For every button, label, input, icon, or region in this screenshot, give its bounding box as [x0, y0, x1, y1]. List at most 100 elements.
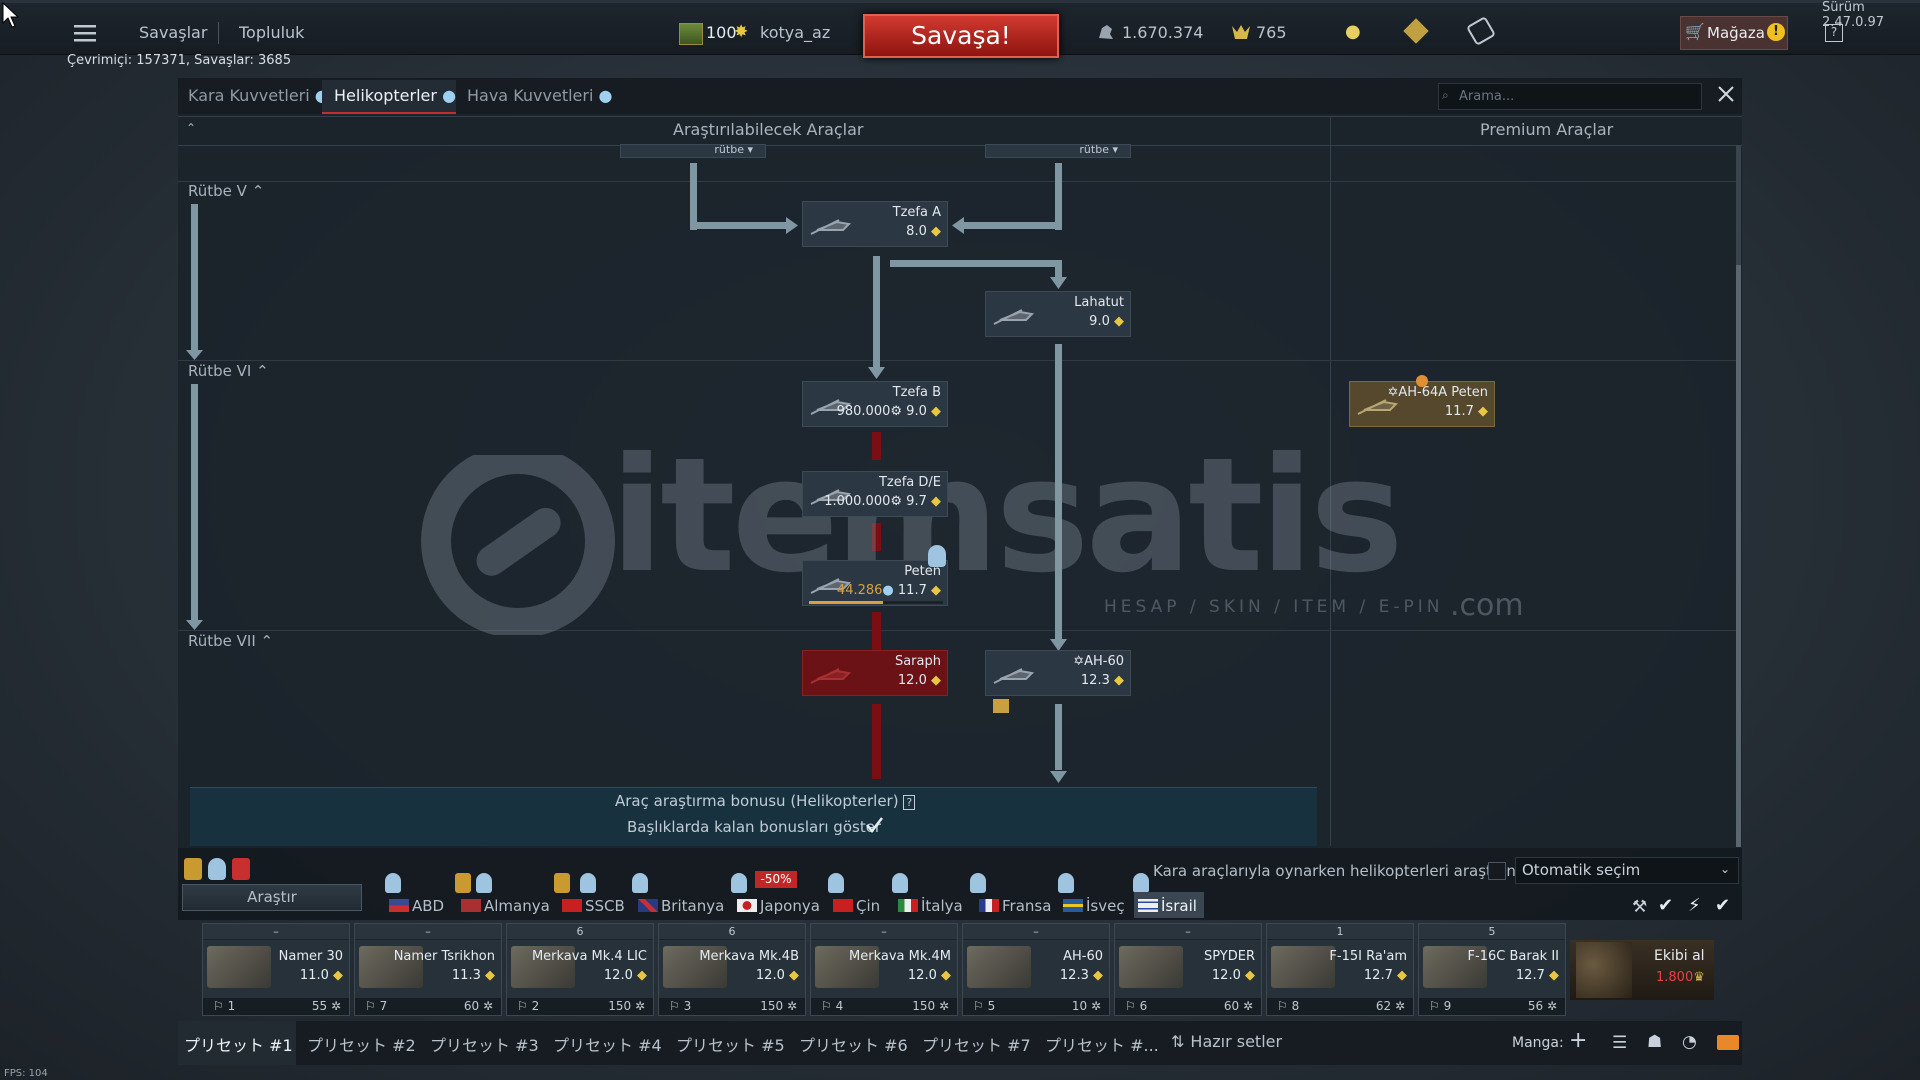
crew-slot[interactable]: – Namer 30 11.0 ◆ ⚐ 1 55 ✲ [202, 923, 350, 1016]
close-icon[interactable] [1716, 84, 1736, 108]
crew-slot-header: – [203, 924, 349, 939]
vehicle-name: Tzefa A [892, 205, 941, 220]
bulb-icon[interactable]: ● [1345, 21, 1361, 42]
crew-slot-header: – [355, 924, 501, 939]
crew-slot[interactable]: 1 F-15I Ra'am 12.7 ◆ ⚐ 8 62 ✲ [1266, 923, 1414, 1016]
crew-slot-footer: ⚐ 5 10 ✲ [963, 998, 1109, 1015]
research-slot-icon [632, 873, 648, 893]
search-input[interactable]: Arama... [1438, 83, 1702, 110]
battle-button[interactable]: Savaşa! [863, 14, 1059, 58]
battle-rating: 12.0 ◆ [897, 673, 941, 688]
nation-britain[interactable]: Britanya [638, 897, 724, 915]
menu-community[interactable]: Topluluk [239, 23, 304, 42]
vehicle-card-tzefa-a[interactable]: Tzefa A 8.0 ◆ [802, 201, 948, 247]
vehicle-card-lahatut[interactable]: Lahatut 9.0 ◆ [985, 291, 1131, 337]
list-icon[interactable]: ☰ [1612, 1033, 1627, 1053]
locked-connector [872, 704, 881, 779]
vehicle-name: Tzefa D/E [878, 475, 941, 490]
menu-battles[interactable]: Savaşlar [139, 23, 207, 42]
nation-ussr[interactable]: SSCB [562, 897, 625, 915]
contacts-icon[interactable]: ☗ [1647, 1032, 1662, 1052]
vehicle-card-saraph[interactable]: Saraph 12.0 ◆ [802, 650, 948, 696]
research-slot-icon [970, 873, 986, 893]
cut-vehicle-card[interactable]: rütbe ▾ [620, 144, 766, 158]
preset-tab[interactable]: プリセット #5 [676, 1032, 785, 1056]
battle-rating: 9.0 ◆ [1089, 314, 1124, 329]
crew-slot[interactable]: – SPYDER 12.0 ◆ ⚐ 6 60 ✲ [1114, 923, 1262, 1016]
top-edge [0, 0, 1920, 3]
rank-label-vii[interactable]: Rütbe VII ⌃ [188, 632, 273, 650]
tab-ground-forces[interactable]: Kara Kuvvetleri ● [188, 86, 329, 105]
nation-italy[interactable]: İtalya [898, 897, 963, 915]
mail-icon[interactable] [1717, 1035, 1739, 1050]
vehicle-card-peten[interactable]: Peten 44.286● 11.7 ◆ [802, 560, 948, 606]
crew-vehicle-name: F-16C Barak II [1467, 949, 1559, 964]
crew-slot[interactable]: 5 F-16C Barak II 12.7 ◆ ⚐ 9 56 ✲ [1418, 923, 1566, 1016]
checkmark-icon[interactable]: ✔ [1658, 895, 1673, 916]
wrench-icon[interactable]: ⚒ [1632, 897, 1647, 917]
nation-sweden[interactable]: İsveç [1063, 897, 1125, 915]
fps-counter: FPS: 104 [4, 1068, 48, 1079]
buy-crew-slot[interactable]: Ekibi al 1.800♛ [1570, 940, 1714, 1000]
nation-usa[interactable]: ABD [389, 897, 444, 915]
checkmark-all-icon[interactable]: ✔ [1715, 895, 1730, 916]
nation-china[interactable]: Çin [833, 897, 880, 915]
vehicle-card-ah-60[interactable]: ✡AH-60 12.3 ◆ [985, 650, 1131, 696]
vehicle-name: ✡AH-60 [1073, 654, 1124, 669]
crew-slot[interactable]: 6 Merkava Mk.4B 12.0 ◆ ⚐ 3 150 ✲ [658, 923, 806, 1016]
preset-tab[interactable]: プリセット #6 [799, 1032, 908, 1056]
crew-battle-rating: 12.0 ◆ [603, 968, 647, 983]
scrollbar-thumb[interactable] [1736, 265, 1741, 847]
rank-label-vi[interactable]: Rütbe VI ⌃ [188, 362, 269, 380]
vehicle-card-ah-64a-peten[interactable]: ✡AH-64A Peten 11.7 ◆ [1349, 381, 1495, 427]
nation-france[interactable]: Fransa [979, 897, 1051, 915]
preset-tab[interactable]: プリセット #... [1045, 1032, 1159, 1056]
arrow-down-icon [1050, 768, 1067, 787]
golden-eagles-balance: 765 [1256, 23, 1287, 42]
arrow-down-icon [186, 345, 203, 364]
heli-research-checkbox[interactable] [1488, 862, 1506, 880]
golden-eagles-icon [1230, 22, 1250, 42]
crew-vehicle-name: Namer 30 [278, 949, 343, 964]
crew-battle-rating: 12.0 ◆ [755, 968, 799, 983]
vehicle-card-tzefa-de[interactable]: Tzefa D/E 1.000.000⚙ 9.7 ◆ [802, 471, 948, 517]
crew-slot[interactable]: 6 Merkava Mk.4 LIC 12.0 ◆ ⚐ 2 150 ✲ [506, 923, 654, 1016]
crew-slot[interactable]: – Merkava Mk.4M 12.0 ◆ ⚐ 4 150 ✲ [810, 923, 958, 1016]
helicopter-icon [993, 309, 1035, 325]
hamburger-menu-icon[interactable] [74, 24, 96, 46]
tab-helicopters[interactable]: Helikopterler ● [334, 86, 456, 105]
rank-badge-icon [455, 873, 471, 893]
auto-select-dropdown[interactable]: Otomatik seçim [1515, 857, 1739, 884]
collapse-all-icon[interactable]: ⌃ [186, 121, 196, 135]
repair-all-icon[interactable]: ⚡ [1688, 895, 1701, 916]
connector-line [890, 260, 1060, 267]
research-button[interactable]: Araştır [182, 884, 362, 911]
preset-tab[interactable]: プリセット #7 [922, 1032, 1031, 1056]
preset-tab[interactable]: プリセット #3 [430, 1032, 539, 1056]
player-username[interactable]: kotya_az [760, 23, 830, 42]
nation-germany[interactable]: Almanya [461, 897, 550, 915]
crew-vehicle-name: Namer Tsrikhon [393, 949, 495, 964]
tab-aviation[interactable]: Hava Kuvvetleri ● [467, 86, 612, 105]
rank-label-v[interactable]: Rütbe V ⌃ [188, 182, 264, 200]
crew-slot[interactable]: – Namer Tsrikhon 11.3 ◆ ⚐ 7 60 ✲ [354, 923, 502, 1016]
preset-tab[interactable]: プリセット #1 [184, 1032, 293, 1056]
crew-slot[interactable]: – AH-60 12.3 ◆ ⚐ 5 10 ✲ [962, 923, 1110, 1016]
cut-vehicle-card[interactable]: rütbe ▾ [985, 144, 1131, 158]
ready-sets-button[interactable]: ⇅ Hazır setler [1171, 1032, 1282, 1051]
player-avatar[interactable] [679, 23, 703, 45]
add-squad-icon[interactable]: + [1569, 1030, 1587, 1052]
show-bonus-label: Başlıklarda kalan bonusları göster [627, 818, 882, 836]
vehicle-thumbnail [967, 946, 1031, 988]
nation-japan[interactable]: Japonya [737, 897, 820, 915]
vehicle-card-tzefa-b[interactable]: Tzefa B 980.000⚙ 9.0 ◆ [802, 381, 948, 427]
show-bonus-checkbox[interactable] [864, 815, 884, 835]
search-icon: ⌕ [1442, 88, 1449, 102]
shop-button[interactable]: 🛒 Mağaza ! [1680, 16, 1788, 50]
crew-battle-rating: 12.7 ◆ [1363, 968, 1407, 983]
nation-israel[interactable]: İsrail [1138, 897, 1197, 915]
help-button[interactable]: ? [1825, 24, 1843, 42]
preset-tab[interactable]: プリセット #4 [553, 1032, 662, 1056]
chat-icon[interactable]: ◔ [1682, 1032, 1697, 1052]
preset-tab[interactable]: プリセット #2 [307, 1032, 416, 1056]
